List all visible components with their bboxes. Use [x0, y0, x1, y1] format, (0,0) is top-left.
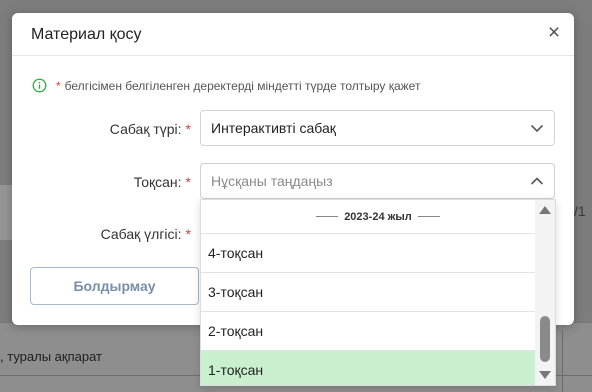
background-row-text: , туралы ақпарат	[0, 349, 102, 364]
cancel-button[interactable]: Болдырмау	[30, 267, 199, 305]
quarter-option-3[interactable]: 3-тоқсан	[201, 272, 536, 311]
dropdown-scrollbar[interactable]	[535, 200, 555, 385]
group-divider	[316, 216, 339, 217]
quarter-placeholder: Нұсқаны таңдаңыз	[211, 173, 333, 189]
background-page-fragment: /1	[574, 203, 586, 219]
modal-title: Материал қосу	[31, 26, 142, 43]
quarter-dropdown-list: 2023-24 жыл 4-тоқсан 3-тоқсан 2-тоқсан 1…	[200, 199, 556, 386]
lesson-template-label: Сабақ үлгісі: *	[72, 226, 191, 242]
lesson-type-label: Сабақ түрі: *	[72, 121, 191, 137]
quarter-select[interactable]: Нұсқаны таңдаңыз	[200, 163, 555, 199]
info-circle-icon	[32, 78, 47, 93]
quarter-label: Тоқсан: *	[72, 174, 191, 190]
chevron-up-icon	[530, 177, 544, 185]
lesson-type-value: Интерактивті сабақ	[211, 120, 336, 136]
background-panel	[0, 185, 12, 240]
close-button[interactable]: ×	[543, 21, 565, 43]
notice-text: белгісімен белгіленген деректерді міндет…	[64, 78, 421, 93]
required-star: *	[56, 78, 61, 93]
lesson-type-label-text: Сабақ түрі:	[109, 121, 182, 137]
scroll-down-icon[interactable]	[539, 371, 551, 379]
close-icon: ×	[547, 20, 561, 44]
scrollbar-thumb[interactable]	[540, 316, 550, 362]
background-column-divider	[562, 330, 563, 392]
scroll-up-icon[interactable]	[539, 206, 551, 214]
quarter-option-2[interactable]: 2-тоқсан	[201, 311, 536, 350]
required-star: *	[185, 174, 191, 190]
chevron-down-icon	[530, 124, 544, 133]
required-star: *	[185, 226, 191, 242]
quarter-label-text: Тоқсан:	[133, 174, 182, 190]
lesson-type-select[interactable]: Интерактивті сабақ	[200, 110, 555, 146]
required-fields-notice: * белгісімен белгіленген деректерді мінд…	[32, 78, 420, 93]
option-group-header: 2023-24 жыл	[201, 200, 555, 233]
modal-header: Материал қосу ×	[12, 13, 574, 56]
quarter-option-4[interactable]: 4-тоқсан	[201, 233, 536, 272]
group-label: 2023-24 жыл	[344, 210, 412, 223]
required-star: *	[185, 121, 191, 137]
group-divider	[417, 216, 440, 217]
lesson-template-label-text: Сабақ үлгісі:	[100, 226, 182, 242]
quarter-option-1[interactable]: 1-тоқсан	[201, 350, 536, 385]
